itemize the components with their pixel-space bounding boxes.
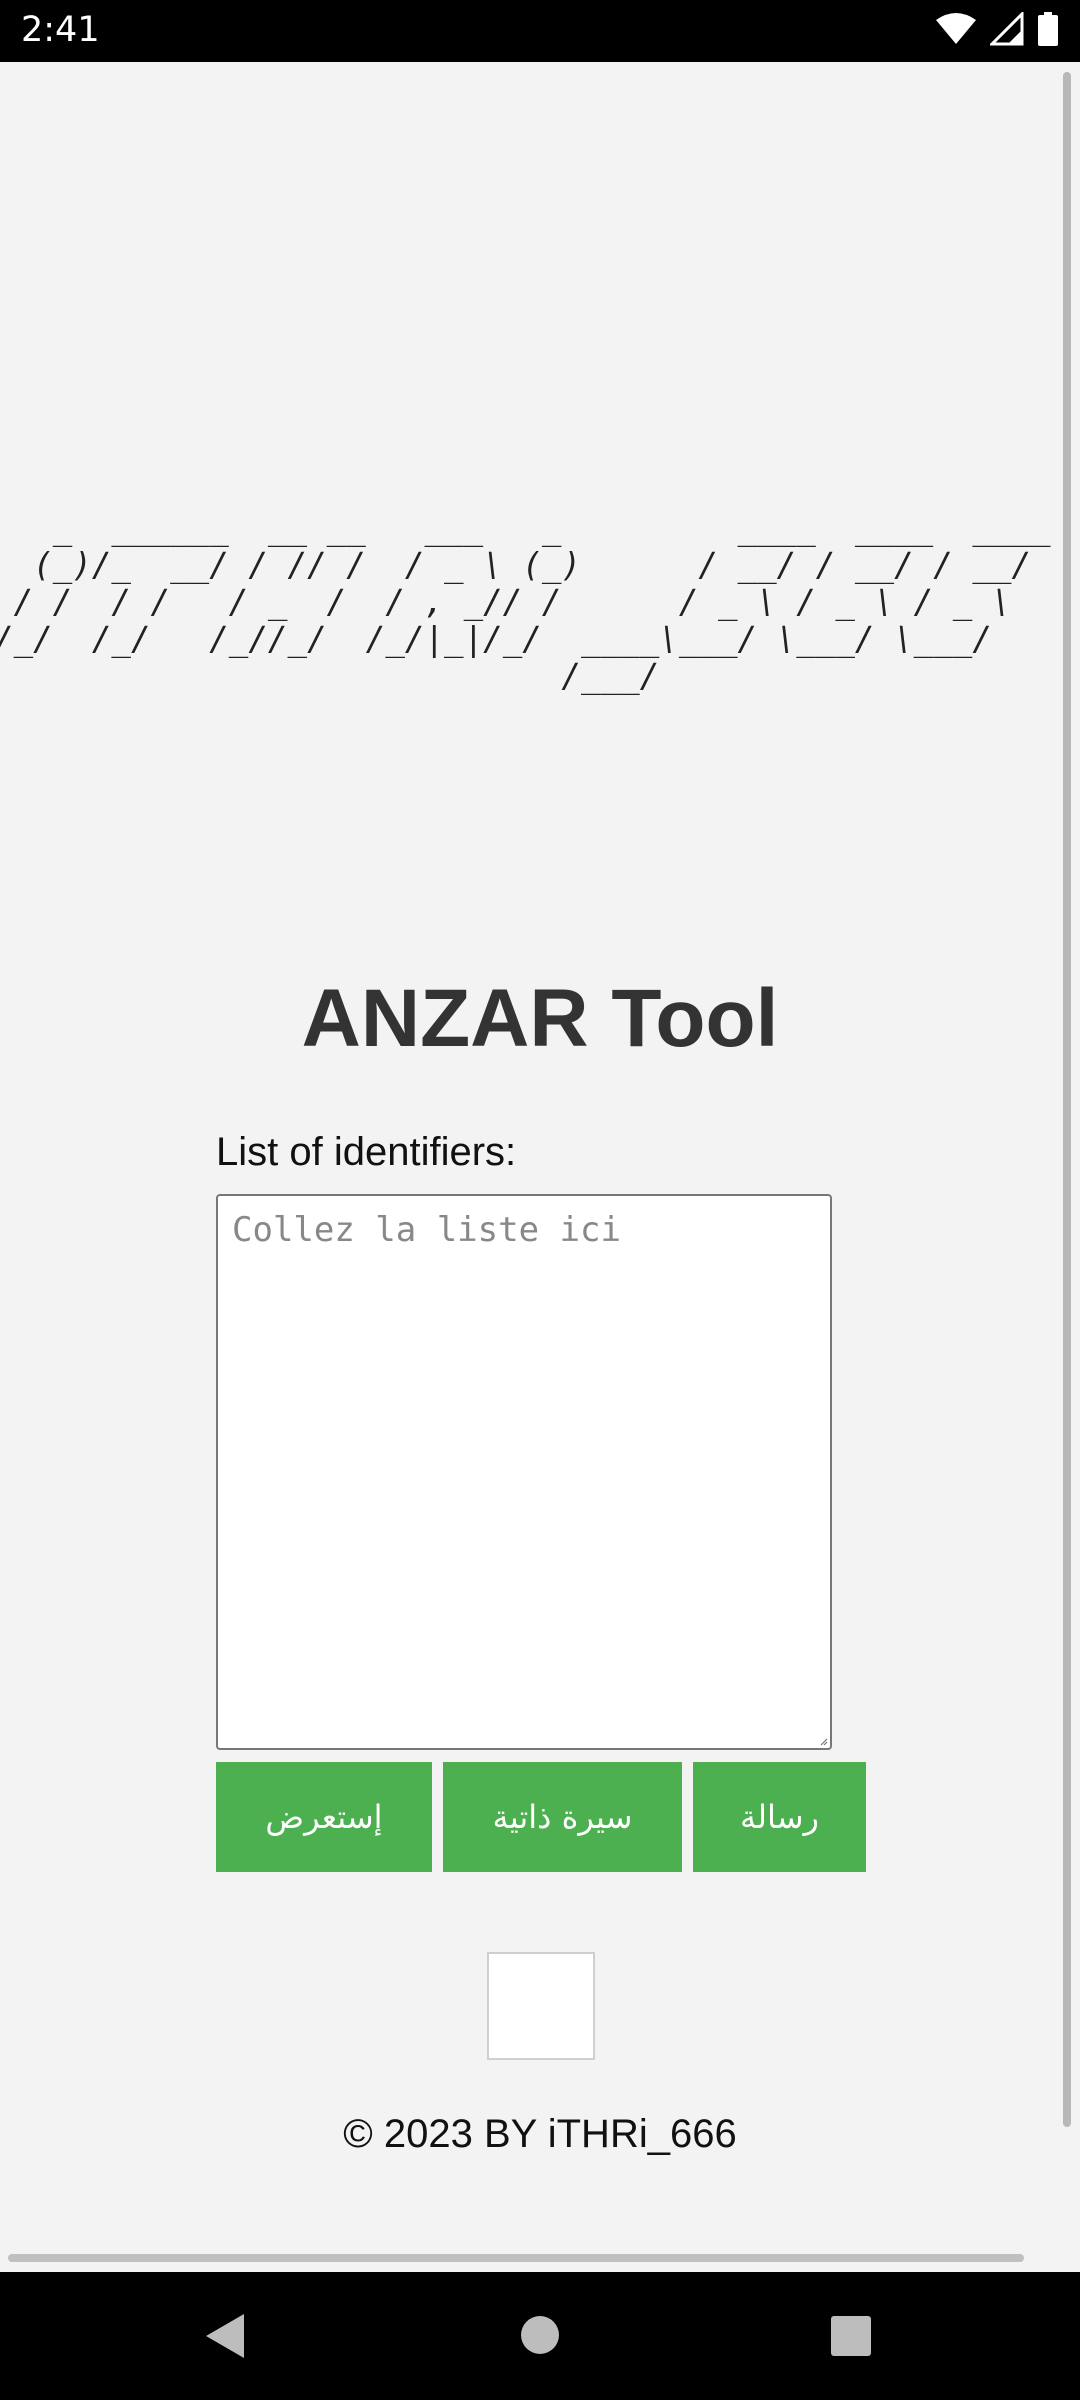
ascii-line: /___/ [0, 657, 660, 695]
ascii-line: _ ______ __ __ ___ _ ____ ____ ____ [0, 509, 1051, 547]
status-bar: 2:41 [0, 0, 1080, 62]
wifi-icon [936, 13, 976, 44]
status-time: 2:41 [21, 10, 100, 50]
status-icons [936, 12, 1058, 46]
cv-button[interactable]: سيرة ذاتية [443, 1762, 682, 1872]
ascii-line: / / / / / _ / / , _// / / _ \ / _ \ / _ … [0, 583, 1012, 621]
ascii-line: /_/ /_/ /_//_/ /_/|_|/_/ ____\___/ \___/… [0, 620, 992, 658]
vertical-scrollbar[interactable] [1063, 72, 1071, 2127]
web-content[interactable] [0, 62, 1080, 2272]
identifiers-textarea[interactable] [216, 1194, 832, 1750]
back-icon[interactable] [206, 2314, 244, 2358]
home-icon[interactable] [521, 2316, 559, 2354]
browse-button[interactable]: إستعرض [216, 1762, 432, 1872]
resize-handle-icon[interactable] [820, 1738, 828, 1746]
empty-output-box [487, 1952, 595, 2060]
ascii-line: (_)/_ __/ / // / / _ \ (_) / __/ / __/ /… [0, 546, 1032, 584]
cellular-signal-icon [990, 12, 1024, 46]
navigation-bar [0, 2272, 1080, 2400]
message-button[interactable]: رسالة [693, 1762, 866, 1872]
page-title: ANZAR Tool [301, 973, 779, 1064]
recents-icon[interactable] [831, 2316, 871, 2356]
copyright-footer: © 2023 BY iTHRi_666 [343, 2112, 737, 2156]
battery-icon [1038, 12, 1058, 46]
horizontal-scrollbar[interactable] [8, 2254, 1024, 2262]
ascii-banner: _ ______ __ __ ___ _ ____ ____ ____ (_)/… [0, 510, 1051, 695]
identifiers-label: List of identifiers: [216, 1130, 517, 1174]
